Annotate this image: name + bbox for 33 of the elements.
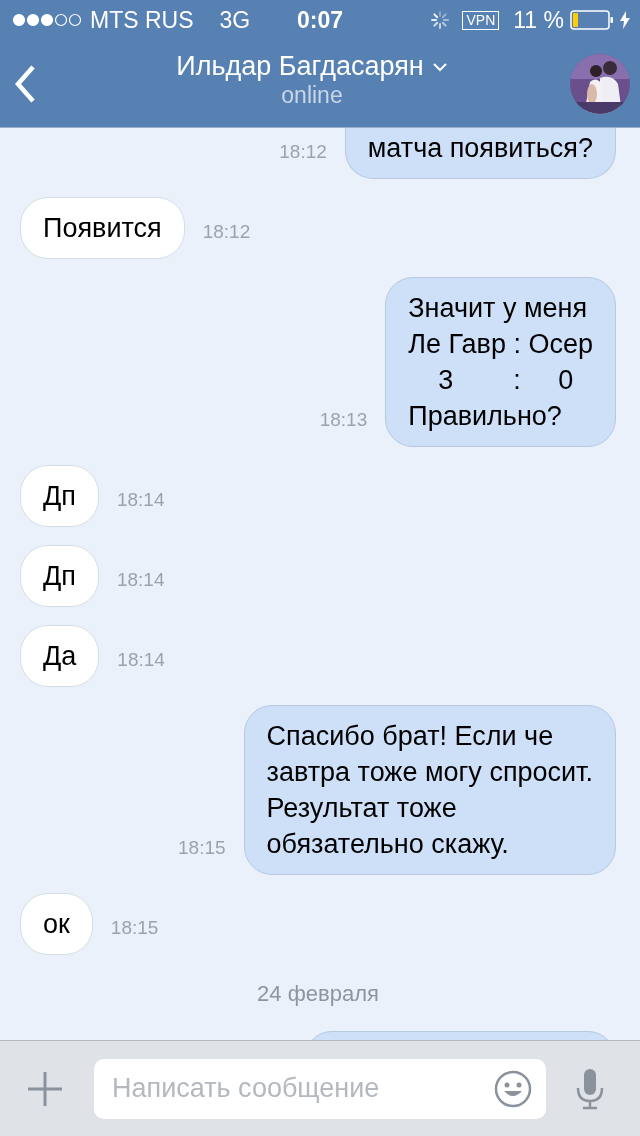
message-bubble: Дп [20,465,99,527]
activity-icon [430,10,451,30]
clock: 0:07 [297,6,343,34]
message-bubble: Спасибо брат! Если че завтра тоже могу спросит. Результат тоже обязательно скажу. [243,705,616,875]
chevron-down-icon[interactable] [431,61,448,72]
battery-icon [570,10,614,30]
message-bubble: матча появиться? [344,128,616,179]
battery-percent: 11 % [513,6,564,34]
charging-bolt-icon [620,11,630,29]
emoji-icon[interactable] [494,1069,532,1108]
contact-name[interactable]: Ильдар Багдасарян [176,51,424,82]
message-bubble: Появится [20,197,185,259]
add-attachment-button[interactable] [26,1069,64,1108]
carrier-name: MTS RUS [90,6,194,34]
message-time: 18:14 [116,489,165,511]
message-time: 18:12 [279,141,327,163]
online-status: online [281,82,343,109]
date-separator: 24 февраля [256,981,380,1007]
message-time: 18:15 [110,917,159,939]
message-field[interactable]: Написать сообщение [94,1058,546,1119]
microphone-icon[interactable] [576,1067,604,1110]
message-bubble: ок [20,893,93,955]
message-bubble: Значит у меня Ле Гавр : Осер 3 : 0 Правильно? [385,277,616,447]
message-time: 18:12 [202,221,251,243]
message-bubble: Да [20,625,100,687]
signal-icon [12,13,84,27]
message-time: 18:13 [319,409,368,431]
message-bubble: Дп [20,545,99,607]
message-time: 18:15 [178,837,226,859]
message-time: 18:14 [116,569,165,591]
network-type: 3G [219,6,251,34]
vpn-badge: VPN [462,10,500,30]
message-time: 18:14 [117,649,165,671]
